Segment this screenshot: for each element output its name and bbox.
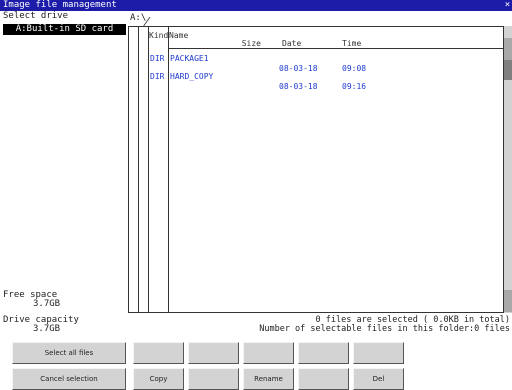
row-name[interactable]: HARD_COPY — [170, 72, 213, 81]
select-all-files-button[interactable]: Select all files — [12, 342, 126, 364]
function-button-empty — [298, 368, 349, 390]
name-column-header: Name — [169, 31, 189, 40]
drive-item-sd-card[interactable]: A:Built-in SD card — [3, 24, 126, 35]
copy-button[interactable]: Copy — [133, 368, 184, 390]
time-column-header: Time — [342, 39, 362, 48]
function-button-empty — [133, 342, 184, 364]
row-kind: DIR — [150, 54, 165, 63]
row-date: 08-03-18 — [279, 82, 318, 91]
column-divider — [138, 26, 139, 313]
header-divider — [168, 48, 504, 49]
row-name[interactable]: PACKAGE1 — [170, 54, 209, 63]
function-button-empty — [353, 342, 404, 364]
scroll-up-button[interactable] — [504, 38, 512, 60]
close-icon[interactable]: × — [504, 0, 511, 11]
row-time: 09:08 — [342, 64, 367, 73]
free-space-value: 3.7GB — [33, 299, 61, 309]
size-column-header: Size — [241, 39, 261, 48]
function-button-empty — [188, 368, 239, 390]
kind-column-header: Kind — [149, 31, 169, 40]
drive-capacity-value: 3.7GB — [33, 324, 61, 334]
function-button-empty — [298, 342, 349, 364]
column-divider — [148, 26, 149, 313]
row-time: 09:16 — [342, 82, 367, 91]
date-column-header: Date — [282, 39, 302, 48]
scroll-thumb[interactable] — [504, 60, 512, 80]
function-button-empty — [188, 342, 239, 364]
cancel-selection-button[interactable]: Cancel selection — [12, 368, 126, 390]
row-date: 08-03-18 — [279, 64, 318, 73]
rename-button[interactable]: Rename — [243, 368, 294, 390]
function-button-empty — [243, 342, 294, 364]
row-kind: DIR — [150, 72, 165, 81]
window-title: Image file management — [3, 0, 117, 10]
selectable-files-status: Number of selectable files in this folde… — [259, 324, 510, 334]
scroll-down-button[interactable] — [504, 290, 512, 312]
column-divider — [168, 26, 169, 313]
delete-button[interactable]: Del — [353, 368, 404, 390]
select-drive-label: Select drive — [3, 11, 69, 21]
current-path: A:\ — [130, 13, 147, 23]
